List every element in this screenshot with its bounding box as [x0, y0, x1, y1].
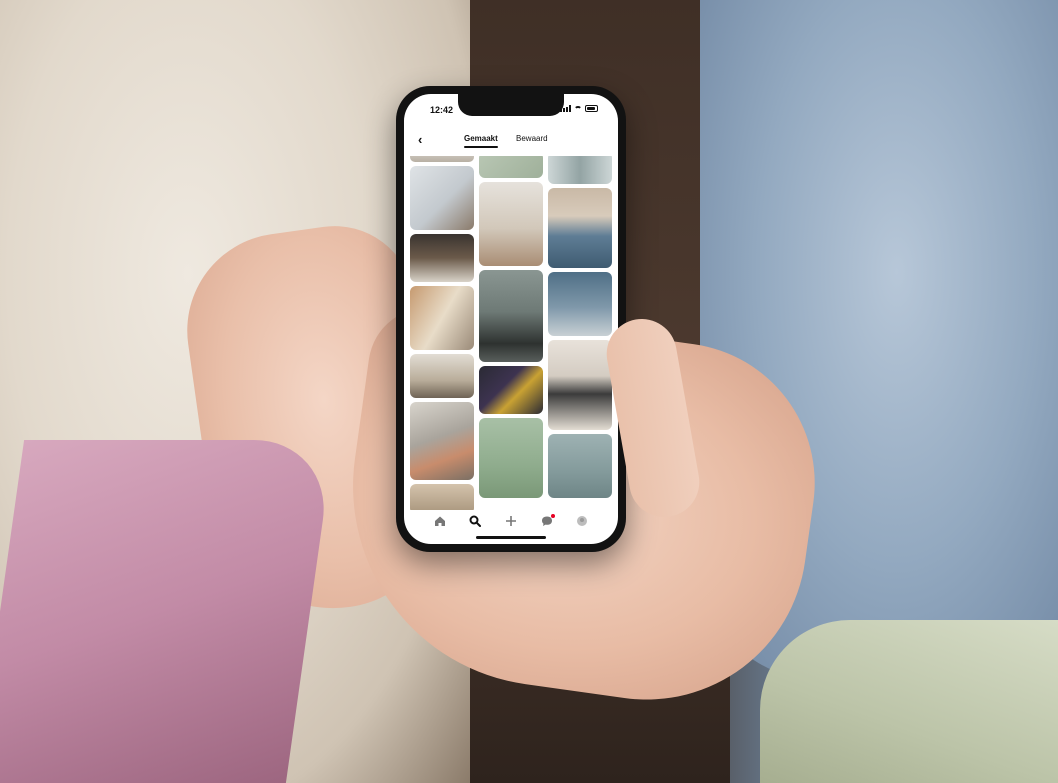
pin-tile[interactable]	[548, 188, 612, 268]
pin-tile[interactable]	[479, 182, 543, 266]
tab-gemaakt[interactable]: Gemaakt	[464, 134, 498, 148]
plus-icon[interactable]	[504, 514, 518, 528]
phone-screen: 12:42 ‹ Gemaakt Bewaard	[404, 94, 618, 544]
pin-tile[interactable]	[548, 434, 612, 498]
tab-bewaard[interactable]: Bewaard	[516, 134, 548, 143]
wifi-icon	[574, 105, 582, 112]
bottom-navigation	[404, 510, 618, 532]
pin-grid	[410, 156, 612, 510]
notch	[458, 94, 564, 116]
pin-tile[interactable]	[479, 418, 543, 498]
pin-tile[interactable]	[410, 484, 474, 510]
search-icon[interactable]	[468, 514, 482, 528]
battery-icon	[585, 105, 598, 112]
pin-tile[interactable]	[410, 402, 474, 480]
pin-tile[interactable]	[479, 366, 543, 414]
pin-tile[interactable]	[548, 272, 612, 336]
pin-tile[interactable]	[479, 156, 543, 178]
back-icon[interactable]: ‹	[418, 133, 432, 147]
status-time: 12:42	[430, 105, 454, 115]
signal-icon	[560, 105, 571, 112]
messages-icon[interactable]	[540, 514, 555, 528]
home-indicator	[476, 536, 546, 539]
smartphone: 12:42 ‹ Gemaakt Bewaard	[396, 86, 626, 552]
pin-tile[interactable]	[548, 340, 612, 430]
pin-tile[interactable]	[479, 270, 543, 362]
pink-sleeve	[0, 440, 335, 783]
home-icon[interactable]	[433, 514, 447, 528]
pin-tile[interactable]	[410, 234, 474, 282]
notification-dot	[550, 514, 555, 518]
pin-tile[interactable]	[548, 156, 612, 184]
pin-tile[interactable]	[410, 166, 474, 230]
profile-icon[interactable]	[575, 514, 589, 528]
status-icons	[560, 105, 598, 112]
profile-header: ‹ Gemaakt Bewaard	[404, 130, 618, 152]
pin-tile[interactable]	[410, 156, 474, 162]
pin-tile[interactable]	[410, 354, 474, 398]
pin-tile[interactable]	[410, 286, 474, 350]
sage-sleeve	[760, 620, 1058, 783]
